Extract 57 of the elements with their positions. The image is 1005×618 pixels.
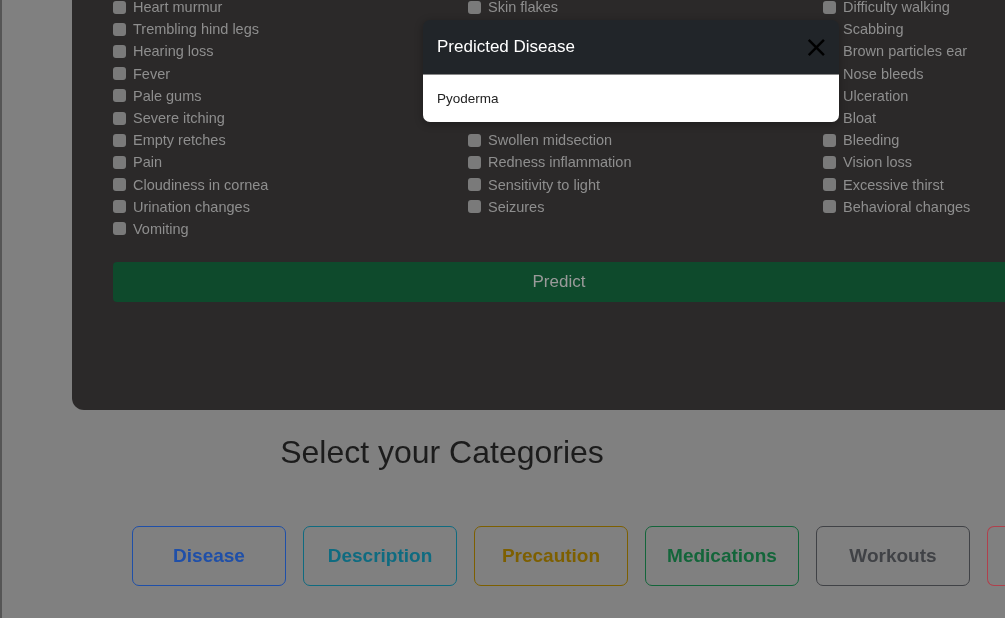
checkbox[interactable] bbox=[468, 155, 481, 169]
checkbox[interactable] bbox=[113, 222, 126, 236]
symptom-label: Cloudiness in cornea bbox=[133, 176, 269, 193]
category-button[interactable]: Workouts bbox=[816, 526, 970, 586]
checkbox[interactable] bbox=[468, 200, 481, 214]
symptom-label: Trembling hind legs bbox=[133, 21, 259, 38]
category-button[interactable]: Description bbox=[303, 526, 457, 586]
symptom-label: Pale gums bbox=[133, 87, 202, 104]
symptom-label: Difficulty walking bbox=[843, 0, 950, 16]
checkbox[interactable] bbox=[113, 178, 126, 192]
checkbox[interactable] bbox=[468, 0, 481, 14]
symptom-label: Seizures bbox=[488, 198, 545, 215]
symptom-label: Empty retches bbox=[133, 132, 226, 149]
symptom-label: Bleeding bbox=[843, 132, 900, 149]
symptom-label: Scabbing bbox=[843, 21, 904, 38]
symptom-label: Skin flakes bbox=[488, 0, 559, 16]
checkbox[interactable] bbox=[113, 67, 126, 81]
symptom-label: Vomiting bbox=[133, 220, 189, 237]
predicted-disease: Pyoderma bbox=[437, 91, 499, 106]
checkbox[interactable] bbox=[113, 133, 126, 147]
symptom-label: Urination changes bbox=[133, 198, 250, 215]
checkbox[interactable] bbox=[113, 155, 126, 169]
checkbox[interactable] bbox=[113, 22, 126, 36]
symptom-label: Behavioral changes bbox=[843, 198, 971, 215]
symptom-label: Swollen midsection bbox=[488, 132, 613, 149]
checkbox[interactable] bbox=[823, 0, 836, 14]
symptom-label: Pain bbox=[133, 154, 163, 171]
symptom-label: Ulceration bbox=[843, 87, 909, 104]
checkbox[interactable] bbox=[823, 155, 836, 169]
checkbox[interactable] bbox=[113, 200, 126, 214]
modal-title: Predicted Disease bbox=[437, 37, 575, 57]
symptom-label: Fever bbox=[133, 65, 171, 82]
symptom-label: Hearing loss bbox=[133, 43, 214, 60]
symptom-label: Brown particles ear bbox=[843, 43, 968, 60]
symptom-label: Heart murmur bbox=[133, 0, 223, 16]
checkbox[interactable] bbox=[823, 133, 836, 147]
checkbox[interactable] bbox=[823, 200, 836, 214]
symptom-label: Excessive thirst bbox=[843, 176, 944, 193]
checkbox[interactable] bbox=[113, 111, 126, 125]
symptom-label: Nose bleeds bbox=[843, 65, 924, 82]
checkbox[interactable] bbox=[823, 178, 836, 192]
symptom-label: Vision loss bbox=[843, 154, 913, 171]
close-button[interactable]: × bbox=[803, 32, 829, 62]
checkbox[interactable] bbox=[113, 0, 126, 14]
symptom-label: Sensitivity to light bbox=[488, 176, 601, 193]
checkbox[interactable] bbox=[468, 178, 481, 192]
predict-button[interactable]: Predict bbox=[113, 262, 1005, 303]
symptom-label: Severe itching bbox=[133, 110, 225, 127]
category-button[interactable]: Precaution bbox=[474, 526, 628, 586]
checkbox[interactable] bbox=[468, 133, 481, 147]
section-heading: Select your Categories bbox=[279, 434, 605, 472]
category-button[interactable]: Medications bbox=[645, 526, 799, 586]
symptom-label: Redness inflammation bbox=[488, 154, 632, 171]
category-button[interactable]: Disease bbox=[132, 526, 286, 586]
checkbox[interactable] bbox=[113, 89, 126, 103]
checkbox[interactable] bbox=[113, 44, 126, 58]
symptom-label: Bloat bbox=[843, 110, 877, 127]
